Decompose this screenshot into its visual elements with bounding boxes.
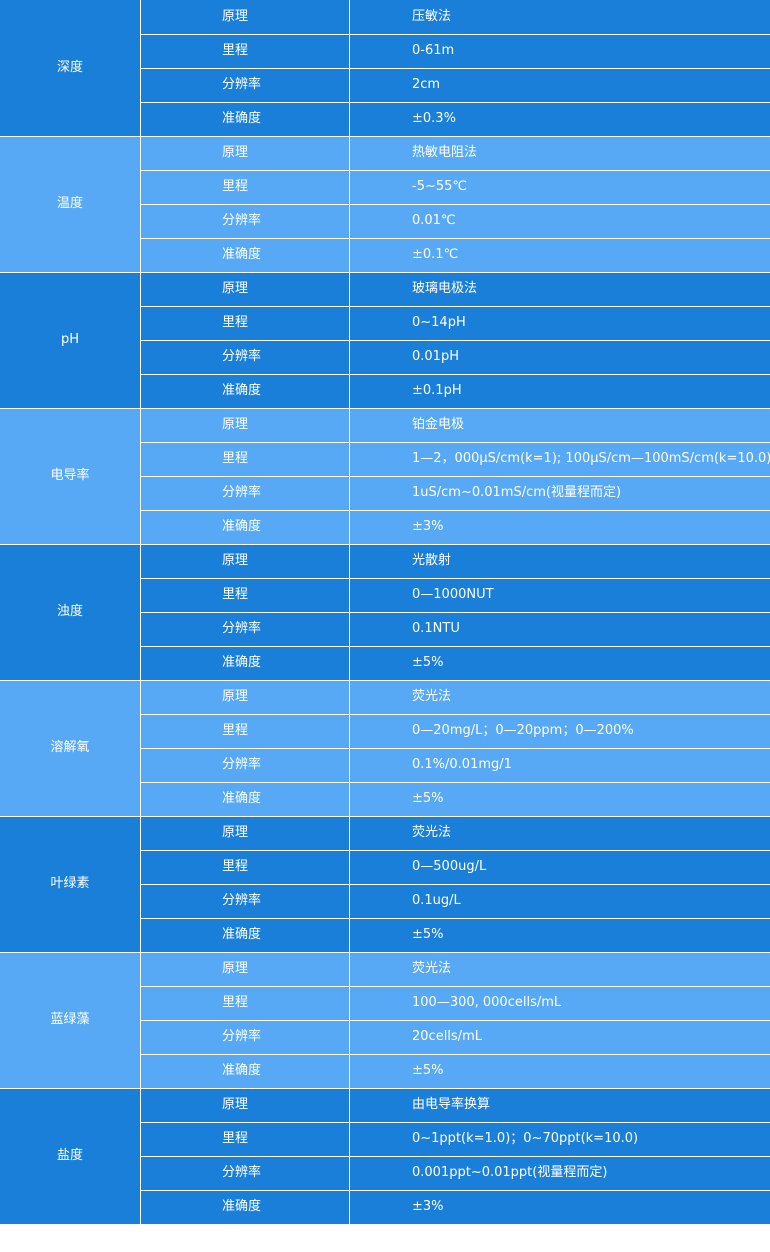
attribute-value: 由电导率换算 [349, 1088, 770, 1123]
attribute-value: 0.01℃ [349, 204, 770, 239]
attribute-value: 20cells/mL [349, 1020, 770, 1055]
attribute-value: 0—500ug/L [349, 850, 770, 885]
attribute-label: 分辨率 [140, 68, 350, 103]
attribute-label: 里程 [140, 34, 350, 69]
attribute-label: 准确度 [140, 510, 350, 545]
attribute-label: 原理 [140, 816, 350, 851]
attribute-label: 里程 [140, 850, 350, 885]
attribute-value: ±5% [349, 646, 770, 681]
attribute-label: 分辨率 [140, 1020, 350, 1055]
attribute-label: 原理 [140, 272, 350, 307]
attribute-value: ±5% [349, 1054, 770, 1089]
spec-row: 蓝绿藻 原理 荧光法 [0, 952, 770, 1089]
attribute-value: 2cm [349, 68, 770, 103]
spec-row: 电导率 原理 铂金电极 [0, 408, 770, 545]
parameter-name: 叶绿素 [0, 816, 141, 953]
attribute-value: 荧光法 [349, 952, 770, 987]
attribute-value: 光散射 [349, 544, 770, 579]
attribute-label: 准确度 [140, 1190, 350, 1224]
attribute-label: 里程 [140, 714, 350, 749]
attribute-value: 0.1ug/L [349, 884, 770, 919]
spec-row: 溶解氧 原理 荧光法 [0, 680, 770, 817]
spec-row: 叶绿素 原理 荧光法 [0, 816, 770, 953]
attribute-value: 0.1NTU [349, 612, 770, 647]
attribute-value: 0.1%/0.01mg/1 [349, 748, 770, 783]
parameter-name: 温度 [0, 136, 141, 273]
attribute-label: 原理 [140, 680, 350, 715]
attribute-value: 1—2，000μS/cm(k=1); 100μS/cm—100mS/cm(k=1… [349, 442, 770, 477]
attribute-value: 铂金电极 [349, 408, 770, 443]
attribute-value: ±0.1℃ [349, 238, 770, 273]
attribute-label: 分辨率 [140, 476, 350, 511]
parameter-name: pH [0, 272, 141, 409]
attribute-label: 里程 [140, 306, 350, 341]
parameter-name: 溶解氧 [0, 680, 141, 817]
parameter-name: 盐度 [0, 1088, 141, 1225]
attribute-value: 0—20mg/L；0—20ppm；0—200% [349, 714, 770, 749]
attribute-label: 分辨率 [140, 340, 350, 375]
attribute-value: ±0.3% [349, 102, 770, 137]
attribute-label: 原理 [140, 1088, 350, 1123]
attribute-label: 里程 [140, 170, 350, 205]
attribute-value: ±5% [349, 918, 770, 953]
attribute-value: 0.01pH [349, 340, 770, 375]
attribute-label: 准确度 [140, 1054, 350, 1089]
attribute-value: 100—300, 000cells/mL [349, 986, 770, 1021]
attribute-value: 0~1ppt(k=1.0)；0~70ppt(k=10.0) [349, 1122, 770, 1157]
attribute-label: 原理 [140, 408, 350, 443]
attribute-value: 0-61m [349, 34, 770, 69]
attribute-label: 分辨率 [140, 1156, 350, 1191]
attribute-label: 分辨率 [140, 884, 350, 919]
spec-table: 深度 原理 压敏法 里程 0-61m 分辨率 2cm 准确度 ±0.3% 温度 原理 热敏电阻法 里程 -… [0, 0, 770, 1225]
attribute-label: 准确度 [140, 238, 350, 273]
parameter-name: 深度 [0, 0, 141, 137]
spec-row: 深度 原理 压敏法 [0, 0, 770, 137]
attribute-label: 原理 [140, 544, 350, 579]
attribute-value: ±3% [349, 510, 770, 545]
attribute-value: 压敏法 [349, 0, 770, 35]
attribute-value: 0.001ppt~0.01ppt(视量程而定) [349, 1156, 770, 1191]
parameter-name: 蓝绿藻 [0, 952, 141, 1089]
attribute-value: 0~14pH [349, 306, 770, 341]
attribute-label: 分辨率 [140, 748, 350, 783]
attribute-value: 0—1000NUT [349, 578, 770, 613]
attribute-value: 热敏电阻法 [349, 136, 770, 171]
spec-table-body: 深度 原理 压敏法 里程 0-61m 分辨率 2cm 准确度 ±0.3% 温度 原理 热敏电阻法 里程 -… [0, 0, 770, 1225]
attribute-label: 里程 [140, 1122, 350, 1157]
attribute-value: ±5% [349, 782, 770, 817]
attribute-value: 1uS/cm~0.01mS/cm(视量程而定) [349, 476, 770, 511]
attribute-label: 准确度 [140, 782, 350, 817]
attribute-label: 准确度 [140, 918, 350, 953]
attribute-label: 原理 [140, 0, 350, 35]
attribute-value: ±0.1pH [349, 374, 770, 409]
spec-row: pH 原理 玻璃电极法 [0, 272, 770, 409]
attribute-label: 里程 [140, 986, 350, 1021]
attribute-label: 原理 [140, 952, 350, 987]
attribute-label: 准确度 [140, 102, 350, 137]
attribute-value: ±3% [349, 1190, 770, 1224]
parameter-name: 浊度 [0, 544, 141, 681]
attribute-label: 原理 [140, 136, 350, 171]
attribute-value: 荧光法 [349, 680, 770, 715]
attribute-label: 里程 [140, 578, 350, 613]
attribute-label: 分辨率 [140, 612, 350, 647]
spec-row: 盐度 原理 由电导率换算 [0, 1088, 770, 1225]
attribute-value: 荧光法 [349, 816, 770, 851]
attribute-label: 里程 [140, 442, 350, 477]
attribute-label: 分辨率 [140, 204, 350, 239]
parameter-name: 电导率 [0, 408, 141, 545]
spec-row: 温度 原理 热敏电阻法 [0, 136, 770, 273]
attribute-value: 玻璃电极法 [349, 272, 770, 307]
attribute-value: -5~55℃ [349, 170, 770, 205]
attribute-label: 准确度 [140, 374, 350, 409]
attribute-label: 准确度 [140, 646, 350, 681]
spec-row: 浊度 原理 光散射 [0, 544, 770, 681]
